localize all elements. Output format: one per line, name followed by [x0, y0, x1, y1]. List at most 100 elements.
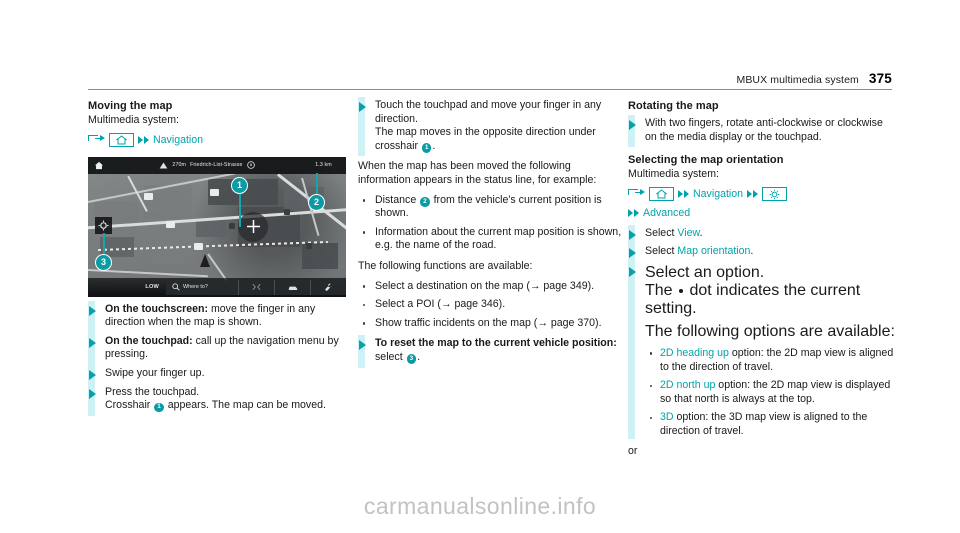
option-item: 2D north up option: the 2D map view is d…: [645, 379, 896, 406]
map-bottom-pills: Where to?: [166, 279, 346, 295]
step-item: Swipe your finger up.: [88, 365, 356, 384]
bullet-item: Select a POI (→ page 346).: [358, 298, 626, 312]
inline-badge-2: 2: [420, 197, 430, 207]
home-icon[interactable]: [649, 187, 674, 202]
bullet-item: Distance 2 from the vehicle's current po…: [358, 194, 626, 221]
setting-dot-icon: [679, 288, 684, 293]
map-poi-icon: [229, 222, 235, 229]
home-icon[interactable]: [109, 133, 134, 148]
step-link[interactable]: View: [677, 227, 699, 239]
map-canvas: 270m Friedrich-List-Strasse 1.3 km LOW W…: [88, 156, 346, 297]
step-text: Touch the touchpad and move your finger …: [375, 99, 602, 125]
map-screenshot-figure: 270m Friedrich-List-Strasse 1.3 km LOW W…: [88, 156, 346, 297]
option-link[interactable]: 2D north up: [660, 379, 715, 391]
step-text-post: .: [699, 226, 703, 239]
tools-icon: [324, 283, 333, 292]
page-header: MBUX multimedia system 375: [88, 68, 892, 90]
step-bold-lead: To reset the map to the current vehicle …: [375, 337, 617, 350]
map-status-middle: 270m Friedrich-List-Strasse: [110, 161, 304, 169]
step-arrow-icon: [88, 305, 96, 316]
step-arrow-icon: [628, 120, 636, 130]
right-breadcrumb-path: Navigation Advanced: [628, 187, 896, 221]
map-route-button[interactable]: [239, 279, 276, 295]
step-item: Press the touchpad. Crosshair 1 appears.…: [88, 383, 356, 416]
step-text: Press the touchpad.: [105, 385, 200, 398]
map-search-label: Where to?: [183, 284, 208, 291]
right-section-title-2: Selecting the map orientation: [628, 154, 784, 167]
option-item: 3D option: the 3D map view is aligned to…: [645, 411, 896, 438]
step-arrow-icon: [358, 102, 366, 112]
map-poi-icon: [144, 192, 153, 200]
chevron-right-icon: [747, 190, 759, 199]
step-text: select: [375, 350, 406, 363]
step-text-post: .: [750, 245, 754, 258]
route-icon: [252, 283, 261, 291]
left-column: Moving the map Multimedia system: Naviga…: [88, 99, 356, 458]
step-item: With two fingers, rotate anti-clockwise …: [628, 114, 896, 148]
step-arrow-icon: [88, 388, 96, 399]
map-home-icon[interactable]: [88, 161, 110, 170]
mid-paragraph-2: The following functions are available:: [358, 259, 533, 272]
right-system-label: Multimedia system:: [628, 168, 720, 181]
right-path-label-2[interactable]: Advanced: [643, 206, 690, 221]
callout-badge-3: 3: [95, 253, 112, 271]
step-item: Select Map orientation.: [628, 243, 896, 262]
callout-badge-2: 2: [308, 193, 325, 211]
step-text-pre: Select: [645, 245, 678, 258]
step-text-pre: Crosshair: [105, 399, 154, 412]
left-system-label: Multimedia system:: [88, 114, 180, 126]
map-bottom-bar: LOW Where to?: [88, 277, 346, 297]
map-poi-icon: [166, 220, 175, 228]
content-columns: Moving the map Multimedia system: Naviga…: [88, 96, 896, 458]
step-text-post: .: [432, 139, 436, 152]
map-search-button[interactable]: Where to?: [166, 279, 240, 295]
middle-column: Touch the touchpad and move your finger …: [358, 96, 626, 458]
inline-badge-1: 1: [154, 402, 164, 413]
chevron-right-icon: [628, 209, 639, 218]
chevron-right-icon: [138, 136, 149, 145]
inline-badge-3: 3: [406, 354, 417, 364]
right-path-label-1[interactable]: Navigation: [693, 187, 743, 202]
or-label: or: [628, 444, 638, 457]
option-link[interactable]: 2D heading up: [660, 347, 729, 359]
map-tools-button[interactable]: [311, 280, 346, 295]
map-car-button[interactable]: [275, 279, 312, 295]
step-arrow-icon: [88, 337, 96, 348]
bullet-text: Information about the current map positi…: [375, 225, 622, 252]
right-steps-list: Select View. Select Map orientation. Sel…: [628, 224, 896, 439]
left-path-label[interactable]: Navigation: [153, 133, 203, 148]
step-text-post: appears. The map can be moved.: [164, 399, 326, 412]
step-text-post: .: [417, 350, 421, 363]
step-link[interactable]: Map orientation: [677, 245, 750, 257]
option-item: 2D heading up option: the 2D map view is…: [645, 347, 896, 374]
warning-triangle-icon: [159, 162, 168, 169]
step-item: Touch the touchpad and move your finger …: [358, 96, 626, 157]
enter-arrow-icon: [628, 188, 645, 200]
step-text: Swipe your finger up.: [105, 366, 205, 379]
step-bold-lead: On the touchpad:: [105, 334, 193, 347]
option-text: option: the 3D map view is aligned to th…: [660, 411, 868, 437]
map-traffic-level: LOW: [145, 284, 159, 291]
step-item: On the touchpad: call up the navigation …: [88, 332, 356, 366]
option-link[interactable]: 3D: [660, 411, 674, 423]
step-arrow-icon: [628, 266, 636, 277]
map-poi-icon: [284, 208, 290, 215]
step-item: To reset the map to the current vehicle …: [358, 335, 626, 368]
map-locate-button[interactable]: [95, 216, 112, 234]
option-step-intro: The following options are available:: [645, 322, 895, 340]
gear-icon[interactable]: [762, 187, 788, 202]
step-text-post: dot indicates the current setting.: [645, 281, 861, 317]
bullet-text-pre: Distance: [375, 193, 420, 206]
left-steps-list: On the touchscreen: move the finger in a…: [88, 300, 356, 416]
bullet-item: Show traffic incidents on the map (→ pag…: [358, 317, 626, 331]
page-number: 375: [868, 71, 892, 86]
map-status-remaining-wrap: 1.3 km: [304, 162, 346, 168]
map-poi-icon: [210, 188, 219, 196]
bullet-item: Select a destination on the map (→ page …: [358, 280, 626, 294]
step-text: With two fingers, rotate anti-clockwise …: [645, 117, 883, 143]
callout-leader: [316, 172, 318, 197]
step-arrow-icon: [88, 369, 96, 380]
page-title: MBUX multimedia system: [736, 74, 859, 86]
callout-leader: [239, 190, 241, 227]
watermark: carmanualsonline.info: [363, 493, 597, 519]
